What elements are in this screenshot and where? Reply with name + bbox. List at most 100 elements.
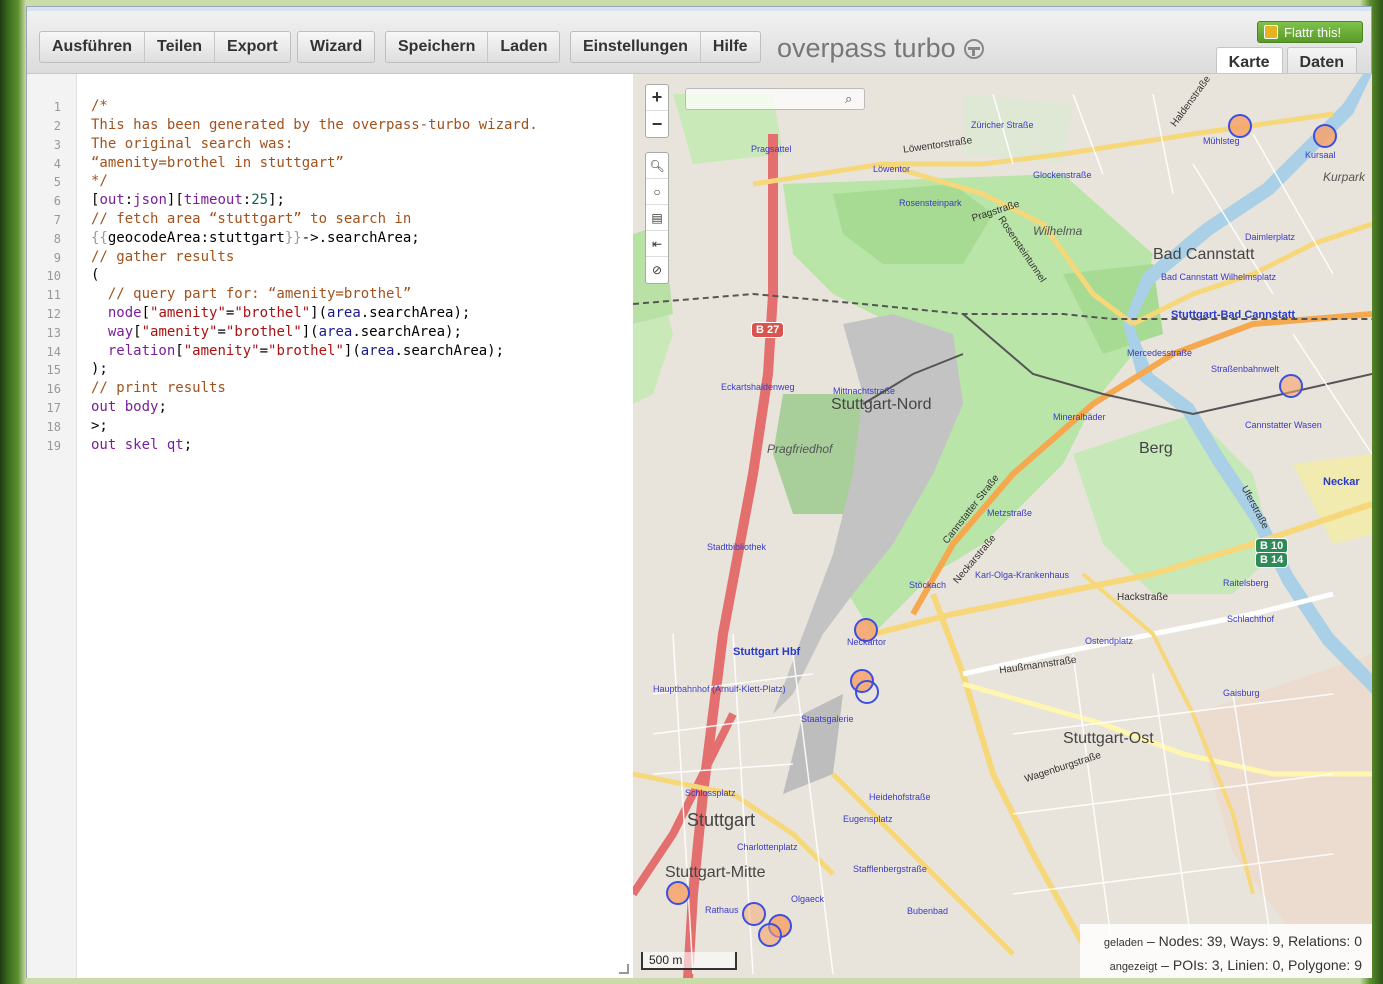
code-line: // gather results: [91, 249, 235, 265]
map-label: Metzstraße: [987, 508, 1033, 518]
zoom-to-data-icon[interactable]: 🔍︎: [646, 153, 668, 179]
run-button[interactable]: Ausführen: [40, 32, 145, 62]
map-label: Straßenbahnwelt: [1211, 364, 1280, 374]
line-number: 15: [46, 363, 61, 377]
map-label: Pragfriedhof: [767, 442, 833, 456]
map-label: Stuttgart-Bad Cannstatt: [1171, 309, 1296, 321]
stats-shown-label: angezeigt: [1109, 961, 1158, 973]
line-number: 4: [53, 157, 61, 171]
toggle-layers-icon[interactable]: ▤: [646, 205, 668, 231]
fullscreen-icon[interactable]: ⇤: [646, 231, 668, 257]
line-number: 9: [53, 251, 61, 265]
clear-data-icon[interactable]: ⊘: [646, 257, 668, 283]
map-label: Neckar: [1323, 476, 1360, 488]
flattr-button[interactable]: Flattr this!: [1257, 21, 1363, 43]
help-button[interactable]: Hilfe: [701, 32, 760, 62]
map-label: Löwentor: [873, 164, 911, 174]
map-label: Rathaus: [705, 905, 739, 915]
code-line: The original search was:: [91, 136, 294, 152]
map-view[interactable]: Stuttgart-Nord Bad Cannstatt Berg Stuttg…: [633, 73, 1372, 978]
button-group-run: Ausführen Teilen Export: [39, 31, 291, 63]
data-stats: geladen – Nodes: 39, Ways: 9, Relations:…: [1080, 924, 1372, 978]
code-line: This has been generated by the overpass-…: [91, 117, 538, 133]
code-line: way["amenity"="brothel"](area.searchArea…: [107, 324, 462, 340]
map-label: Hauptbahnhof (Arnulf-Klett-Platz): [653, 684, 786, 694]
editor-resize-handle[interactable]: [619, 964, 629, 974]
stats-loaded-label: geladen: [1103, 937, 1144, 949]
map-label: Eckartshaldenweg: [721, 382, 795, 392]
wizard-button[interactable]: Wizard: [298, 32, 374, 62]
code-line: );: [91, 361, 108, 377]
locate-me-icon[interactable]: ○: [646, 179, 668, 205]
button-group-settings: Einstellungen Hilfe: [570, 31, 761, 63]
button-group-wizard: Wizard: [297, 31, 376, 63]
app-window: Ausführen Teilen Export Wizard Speichern…: [26, 6, 1372, 978]
line-number: 1: [53, 100, 61, 114]
save-button[interactable]: Speichern: [386, 32, 489, 62]
map-label: Stuttgart-Nord: [831, 396, 932, 413]
map-label: Olgaeck: [791, 894, 825, 904]
map-label: Rosensteinpark: [899, 198, 962, 208]
brand-title: overpass turbo: [777, 33, 956, 63]
search-icon[interactable]: ⌕: [845, 91, 852, 107]
map-label: Raitelsberg: [1223, 578, 1269, 588]
map-label: Daimlerplatz: [1245, 232, 1296, 242]
code-line: (: [91, 267, 100, 283]
zoom-out-button[interactable]: −: [646, 111, 668, 137]
map-label: Stuttgart: [687, 810, 756, 830]
map-label: Hackstraße: [1117, 592, 1169, 603]
overpass-logo-icon: [963, 38, 984, 59]
flattr-icon: [1264, 25, 1278, 39]
stats-shown: angezeigt – POIs: 3, Linien: 0, Polygone…: [1109, 957, 1362, 973]
button-group-save: Speichern Laden: [385, 31, 561, 63]
code-line: [out:json][timeout:25];: [91, 192, 285, 208]
query-editor[interactable]: 1 2 3 4 5 6 7 8 9 10 11 12 13 14 15 16 1…: [27, 73, 633, 978]
map-label: Neckartor: [847, 637, 887, 647]
road-shield-b14: B 14: [1255, 552, 1289, 568]
code-line: “amenity=brothel in stuttgart”: [91, 155, 344, 171]
line-number: 2: [53, 119, 61, 133]
map-label: Charlottenplatz: [737, 842, 798, 852]
map-label: Kursaal: [1305, 150, 1336, 160]
map-label: Staatsgalerie: [801, 714, 854, 724]
stats-loaded-value: Nodes: 39, Ways: 9, Relations: 0: [1158, 933, 1362, 949]
line-number: 12: [46, 307, 61, 321]
road-shield-b27: B 27: [751, 322, 785, 338]
map-label: Cannstatter Wasen: [1245, 420, 1322, 430]
map-label: Gaisburg: [1223, 688, 1260, 698]
load-button[interactable]: Laden: [488, 32, 559, 62]
map-label: Kurpark: [1323, 170, 1366, 184]
line-number: 13: [46, 326, 61, 340]
map-label: Ostendplatz: [1085, 636, 1134, 646]
stats-shown-value: POIs: 3, Linien: 0, Polygone: 9: [1172, 957, 1362, 973]
code-line: out body;: [91, 399, 167, 415]
line-number: 3: [53, 138, 61, 152]
brand: overpass turbo: [777, 33, 984, 64]
map-search-input[interactable]: [685, 88, 865, 110]
map-label: Bubenbad: [907, 906, 949, 916]
map-label: Karl-Olga-Krankenhaus: [975, 570, 1070, 580]
line-number: 5: [53, 175, 61, 189]
line-number: 18: [46, 420, 61, 434]
zoom-controls: + −: [645, 84, 669, 138]
map-label: Stöckach: [909, 580, 947, 590]
map-label: Heidehofstraße: [869, 792, 931, 802]
map-label: Schlachthof: [1227, 614, 1275, 624]
zoom-in-button[interactable]: +: [646, 85, 668, 111]
map-tools: 🔍︎ ○ ▤ ⇤ ⊘: [645, 152, 669, 284]
map-scale: 500 m: [641, 952, 737, 970]
map-label: Mercedesstraße: [1127, 348, 1193, 358]
line-number: 16: [46, 382, 61, 396]
map-label: Pragsattel: [751, 144, 792, 154]
code-line: // fetch area “stuttgart” to search in: [91, 211, 412, 227]
map-label: Stafflenbergstraße: [853, 864, 927, 874]
code-line: /*: [91, 98, 108, 114]
map-label: Stadtbibliothek: [707, 542, 767, 552]
code-line: relation["amenity"="brothel"](area.searc…: [107, 343, 505, 359]
code-line: // query part for: “amenity=brothel”: [107, 286, 412, 302]
map-label: Züricher Straße: [971, 120, 1034, 130]
settings-button[interactable]: Einstellungen: [571, 32, 701, 62]
share-button[interactable]: Teilen: [145, 32, 216, 62]
export-button[interactable]: Export: [215, 32, 290, 62]
line-number: 8: [53, 232, 61, 246]
